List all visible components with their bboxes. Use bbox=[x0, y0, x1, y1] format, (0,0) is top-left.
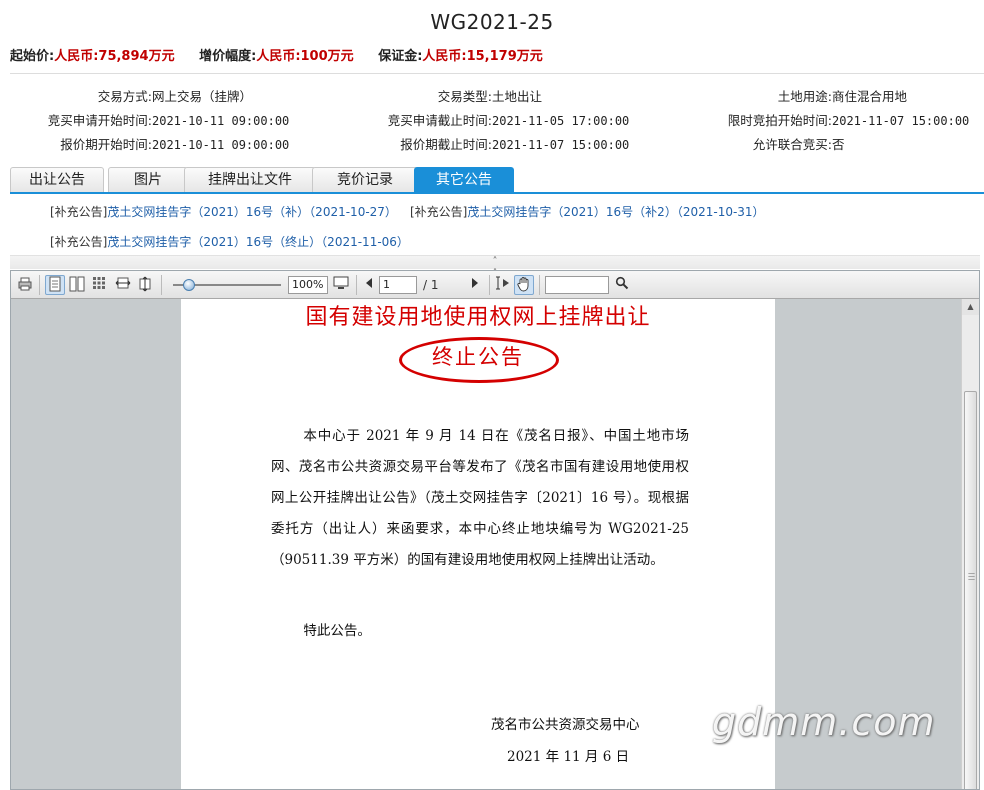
apply-end: 竞买申请截止时间:2021-11-05 17:00:00 bbox=[340, 110, 630, 129]
list-item: [补充公告]茂土交网挂告字（2021）16号（补2）（2021-10-31） bbox=[410, 203, 765, 220]
print-icon[interactable] bbox=[15, 275, 35, 295]
toolbar-separator bbox=[161, 275, 162, 295]
info-row: 交易方式:网上交易（挂牌） 交易类型:土地出让 土地用途:商住混合用地 bbox=[0, 86, 984, 110]
doc-closing: 特此公告。 bbox=[303, 623, 371, 639]
doc-organization: 茂名市公共资源交易中心 bbox=[491, 717, 640, 733]
joint-bid-value: 否 bbox=[832, 137, 845, 152]
trade-type-value: 土地出让 bbox=[492, 89, 543, 104]
quote-end-label: 报价期截止时间: bbox=[400, 137, 492, 152]
viewer-toolbar: 100% 1 / 1 bbox=[11, 271, 979, 299]
joint-bid-label: 允许联合竞买: bbox=[752, 137, 832, 152]
scroll-up-icon[interactable]: ▲ bbox=[962, 299, 979, 315]
price-step-value: 人民币:100万元 bbox=[256, 49, 354, 64]
search-input[interactable] bbox=[545, 276, 609, 294]
info-grid: 交易方式:网上交易（挂牌） 交易类型:土地出让 土地用途:商住混合用地 竞买申请… bbox=[0, 86, 984, 158]
trade-type: 交易类型:土地出让 bbox=[340, 86, 542, 105]
list-item: [补充公告]茂土交网挂告字（2021）16号（终止）（2021-11-06） bbox=[50, 233, 409, 250]
quote-start-label: 报价期开始时间: bbox=[60, 137, 152, 152]
fullscreen-icon[interactable] bbox=[331, 275, 351, 295]
doc-paragraph: 本中心于 2021 年 9 月 14 日在《茂名日报》、中国土地市场网、茂名市公… bbox=[271, 428, 689, 568]
notice-tag: [补充公告] bbox=[50, 205, 108, 219]
collapse-bar[interactable]: ˄˄ bbox=[10, 255, 980, 279]
page-total: / 1 bbox=[423, 278, 439, 292]
toolbar-separator bbox=[356, 275, 357, 295]
list-item: [补充公告]茂土交网挂告字（2021）16号（补）（2021-10-27） bbox=[50, 203, 397, 220]
quote-start-value: 2021-10-11 09:00:00 bbox=[152, 138, 290, 152]
deposit-label: 保证金: bbox=[378, 49, 423, 64]
grip-icon: — — — bbox=[968, 569, 975, 583]
doc-title: 国有建设用地使用权网上挂牌出让 bbox=[305, 305, 651, 330]
single-page-icon[interactable] bbox=[45, 275, 65, 295]
apply-start-label: 竞买申请开始时间: bbox=[47, 113, 152, 128]
start-price-label: 起始价: bbox=[10, 49, 55, 64]
tab-bid-records[interactable]: 竞价记录 bbox=[312, 167, 418, 192]
info-row: 竞买申请开始时间:2021-10-11 09:00:00 竞买申请截止时间:20… bbox=[0, 110, 984, 134]
zoom-level-input[interactable]: 100% bbox=[288, 276, 328, 294]
toolbar-separator bbox=[39, 275, 40, 295]
price-step-label: 增价幅度: bbox=[199, 49, 257, 64]
quote-end: 报价期截止时间:2021-11-07 15:00:00 bbox=[340, 134, 629, 153]
next-page-icon[interactable] bbox=[465, 275, 485, 295]
doc-date: 2021 年 11 月 6 日 bbox=[507, 749, 630, 765]
apply-start: 竞买申请开始时间:2021-10-11 09:00:00 bbox=[0, 110, 290, 129]
land-use-value: 商住混合用地 bbox=[832, 89, 908, 104]
page-title: WG2021-25 bbox=[430, 10, 554, 34]
text-select-icon[interactable] bbox=[492, 275, 512, 295]
two-page-icon[interactable] bbox=[67, 275, 87, 295]
watermark-logo: gdmm.com bbox=[712, 700, 936, 744]
tab-images[interactable]: 图片 bbox=[108, 167, 188, 192]
land-use-label: 土地用途: bbox=[777, 89, 832, 104]
tab-transfer-notice[interactable]: 出让公告 bbox=[10, 167, 104, 192]
hand-tool-icon[interactable] bbox=[514, 275, 534, 295]
trade-method-value: 网上交易（挂牌） bbox=[152, 89, 253, 104]
document-page: 国有建设用地使用权网上挂牌出让 终止公告 本中心于 2021 年 9 月 14 … bbox=[181, 299, 775, 789]
tab-listing-files[interactable]: 挂牌出让文件 bbox=[184, 167, 316, 192]
auction-start-label: 限时竞拍开始时间: bbox=[727, 113, 832, 128]
trade-method-label: 交易方式: bbox=[97, 89, 152, 104]
scroll-thumb[interactable]: — — — bbox=[964, 391, 977, 789]
fit-height-icon[interactable] bbox=[135, 275, 155, 295]
joint-bid: 允许联合竞买:否 bbox=[680, 134, 845, 153]
apply-start-value: 2021-10-11 09:00:00 bbox=[152, 114, 290, 128]
apply-end-value: 2021-11-05 17:00:00 bbox=[492, 114, 630, 128]
toolbar-separator bbox=[489, 275, 490, 295]
fit-width-icon[interactable] bbox=[113, 275, 133, 295]
notice-link[interactable]: 茂土交网挂告字（2021）16号（终止）（2021-11-06） bbox=[107, 235, 409, 249]
notice-link[interactable]: 茂土交网挂告字（2021）16号（补2）（2021-10-31） bbox=[467, 205, 764, 219]
trade-method: 交易方式:网上交易（挂牌） bbox=[0, 86, 252, 105]
price-row: 起始价:人民币:75,894万元 增价幅度:人民币:100万元 保证金:人民币:… bbox=[10, 45, 563, 64]
zoom-slider-handle[interactable] bbox=[183, 279, 195, 291]
apply-end-label: 竞买申请截止时间: bbox=[387, 113, 492, 128]
toolbar-separator bbox=[539, 275, 540, 295]
tab-other-notices[interactable]: 其它公告 bbox=[414, 167, 514, 192]
quote-end-value: 2021-11-07 15:00:00 bbox=[492, 138, 630, 152]
page-number-input[interactable]: 1 bbox=[379, 276, 417, 294]
doc-body: 本中心于 2021 年 9 月 14 日在《茂名日报》、中国土地市场网、茂名市公… bbox=[271, 421, 689, 576]
divider bbox=[10, 73, 984, 74]
land-use: 土地用途:商住混合用地 bbox=[680, 86, 907, 105]
notice-tag: [补充公告] bbox=[410, 205, 468, 219]
thumbnails-icon[interactable] bbox=[89, 275, 109, 295]
quote-start: 报价期开始时间:2021-10-11 09:00:00 bbox=[0, 134, 289, 153]
auction-start: 限时竞拍开始时间:2021-11-07 15:00:00 bbox=[680, 110, 970, 129]
doc-subtitle: 终止公告 bbox=[432, 345, 524, 369]
tab-bar: 出让公告 图片 挂牌出让文件 竞价记录 其它公告 bbox=[10, 167, 984, 194]
vertical-scrollbar[interactable]: ▲ — — — bbox=[961, 299, 979, 789]
trade-type-label: 交易类型: bbox=[437, 89, 492, 104]
start-price-value: 人民币:75,894万元 bbox=[54, 49, 175, 64]
deposit-value: 人民币:15,179万元 bbox=[422, 49, 543, 64]
info-row: 报价期开始时间:2021-10-11 09:00:00 报价期截止时间:2021… bbox=[0, 134, 984, 158]
search-icon[interactable] bbox=[612, 275, 632, 295]
notice-tag: [补充公告] bbox=[50, 235, 108, 249]
prev-page-icon[interactable] bbox=[359, 275, 379, 295]
auction-start-value: 2021-11-07 15:00:00 bbox=[832, 114, 970, 128]
notice-link[interactable]: 茂土交网挂告字（2021）16号（补）（2021-10-27） bbox=[107, 205, 397, 219]
